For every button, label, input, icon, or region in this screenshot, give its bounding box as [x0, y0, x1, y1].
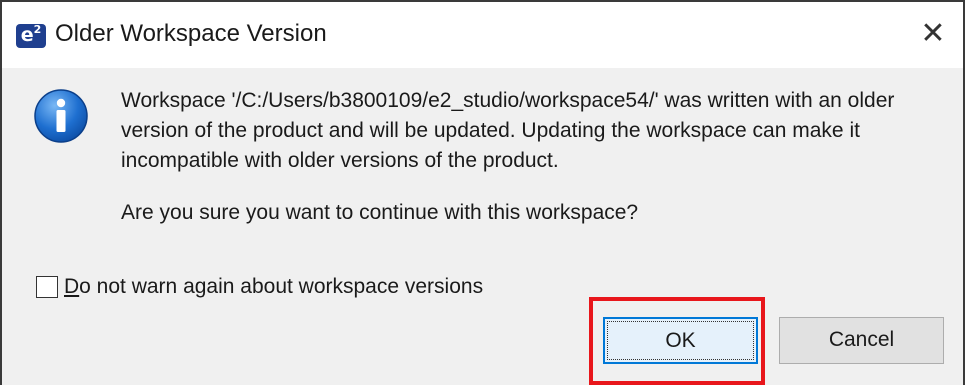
dialog-window: e2 Older Workspace Version ✕ Workspace '… [0, 0, 965, 385]
close-icon: ✕ [920, 16, 946, 51]
dialog-message: Workspace '/C:/Users/b3800109/e2_studio/… [121, 86, 951, 176]
dialog-title: Older Workspace Version [55, 20, 327, 47]
do-not-warn-label: Do not warn again about workspace versio… [64, 275, 484, 298]
ok-button-highlight [589, 297, 765, 385]
confirmation-question: Are you sure you want to continue with t… [121, 201, 639, 224]
do-not-warn-checkbox-row[interactable]: Do not warn again about workspace versio… [36, 274, 483, 300]
do-not-warn-checkbox[interactable] [36, 276, 58, 298]
close-button[interactable]: ✕ [911, 12, 955, 56]
title-bar[interactable]: e2 Older Workspace Version ✕ [2, 2, 963, 68]
info-icon [34, 89, 88, 143]
cancel-button[interactable]: Cancel [779, 317, 944, 364]
e2-studio-app-icon: e2 [16, 24, 46, 48]
message-body: Workspace '/C:/Users/b3800109/e2_studio/… [121, 89, 895, 172]
